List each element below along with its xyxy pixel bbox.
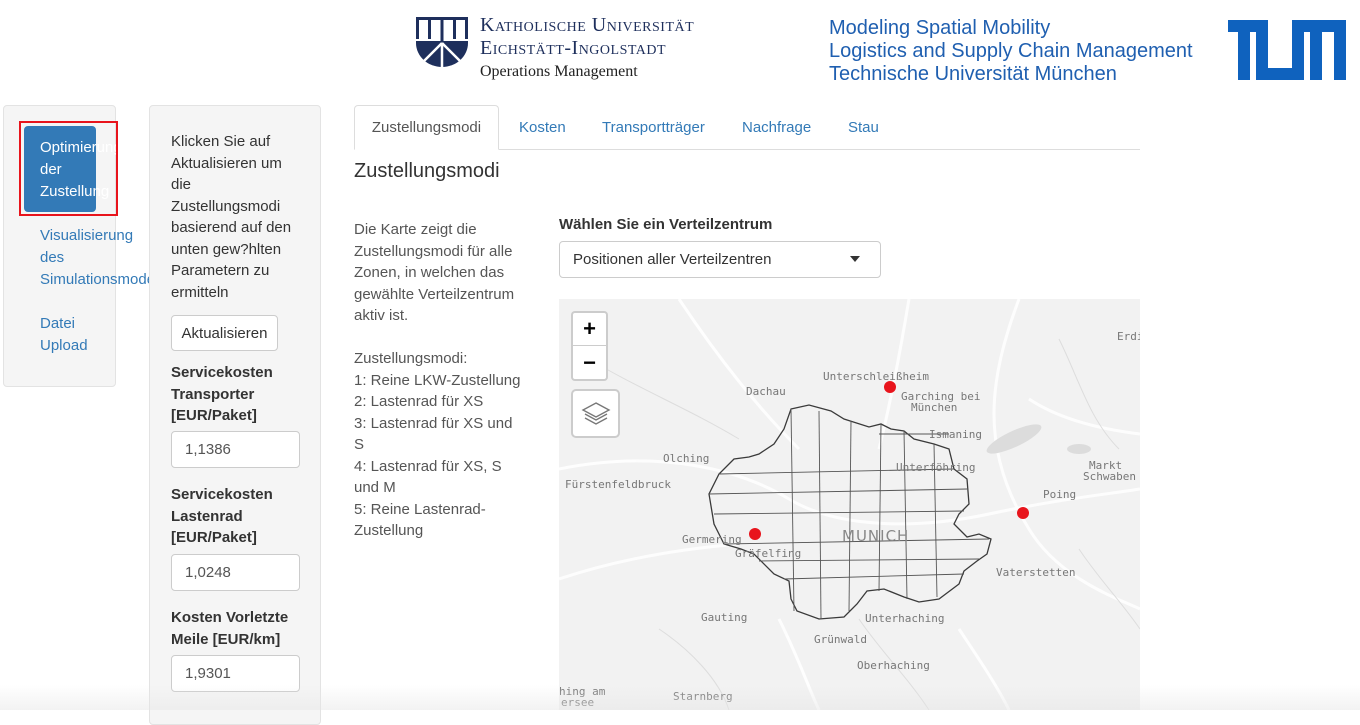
prelast-mile-cost-input[interactable]: 1,9301 [171,655,300,692]
transporter-cost-label: Servicekosten Transporter [EUR/Paket] [171,364,273,424]
map-label: Dachau [746,385,786,398]
update-help-text: Klicken Sie auf Aktualisieren um die Zus… [171,133,292,301]
ku-department: Operations Management [480,63,638,80]
tab-transporttraeger[interactable]: Transportträger [602,105,705,149]
chevron-down-icon[interactable] [850,256,860,262]
map-label: Unterföhring [896,461,975,474]
distribution-center-marker[interactable] [1017,507,1029,519]
nav-upload-line1: Datei [40,315,76,332]
map-label: Unterschleißheim [823,370,929,383]
map-label: Fürstenfeldbruck [565,478,671,491]
mode-item: 3: Lastenrad für XS und S [354,414,513,454]
map-label: Erdi [1117,330,1140,343]
map-label: ersee [561,696,594,709]
layers-icon [581,401,610,425]
cargobike-cost-label: Servicekosten Lastenrad [EUR/Paket] [171,486,273,546]
map-label: Ismaning [929,428,982,441]
transporter-cost-input[interactable]: 1,1386 [171,431,300,468]
mode-item: 1: Reine LKW-Zustellung [354,371,521,389]
update-button[interactable]: Aktualisieren [171,315,278,351]
map-label: München [911,401,957,414]
map-label: Gauting [701,611,747,624]
distribution-center-marker[interactable] [884,381,896,393]
zoom-out-button[interactable]: − [573,346,606,379]
cargobike-cost-input[interactable]: 1,0248 [171,554,300,591]
map-label: Olching [663,452,709,465]
tab-nachfrage[interactable]: Nachfrage [742,105,811,149]
selection-highlight [19,121,118,216]
nav-upload-line2: Upload [40,337,88,354]
map-label: Oberhaching [857,659,930,672]
tum-line3: Technische Universität München [829,63,1117,85]
map-label: Gräfelfing [735,547,801,560]
tum-logo [1228,20,1346,80]
map-label: Unterhaching [865,612,944,625]
map-label: Poing [1043,488,1076,501]
city-label: MUNICH [842,527,909,545]
ku-eichstaett-logo [416,17,468,67]
map-zoom-control: + − [571,311,608,381]
tum-line2: Logistics and Supply Chain Management [829,40,1193,62]
layers-button[interactable] [571,389,620,438]
distribution-center-select[interactable]: Positionen aller Verteilzentren [559,241,881,278]
map[interactable]: Erdi Unterschleißheim Garching bei Münch… [559,299,1140,710]
tab-stau[interactable]: Stau [848,105,879,149]
tab-zustellungsmodi[interactable]: Zustellungsmodi [354,105,499,150]
map-description: Die Karte zeigt die Zustellungsmodi für … [354,219,526,542]
distribution-center-marker[interactable] [749,528,761,540]
mode-item: 2: Lastenrad für XS [354,393,484,410]
map-label: Schwaben [1083,470,1136,483]
map-label: Starnberg [673,690,733,703]
modes-heading: Zustellungsmodi: [354,350,468,367]
tum-line1: Modeling Spatial Mobility [829,17,1051,39]
page-title: Zustellungsmodi [354,160,500,182]
map-label: Germering [682,533,742,546]
map-canvas[interactable]: Erdi Unterschleißheim Garching bei Münch… [559,299,1140,710]
ku-name-line2: Eichstätt-Ingolstadt [480,37,667,59]
description-text: Die Karte zeigt die Zustellungsmodi für … [354,221,515,324]
nav-item-datei-upload[interactable]: Datei Upload [40,313,88,357]
tab-kosten[interactable]: Kosten [519,105,566,149]
zoom-in-button[interactable]: + [573,313,606,346]
mode-item: 5: Reine Lastenrad-Zustellung [354,500,486,540]
map-label: Grünwald [814,633,867,646]
mode-item: 4: Lastenrad für XS, S und M [354,457,502,497]
distribution-center-label: Wählen Sie ein Verteilzentrum [559,216,773,233]
ku-name-line1: Katholische Universität [480,14,695,36]
map-label: Vaterstetten [996,566,1075,579]
prelast-mile-cost-label: Kosten Vorletzte Meile [EUR/km] [171,609,289,648]
